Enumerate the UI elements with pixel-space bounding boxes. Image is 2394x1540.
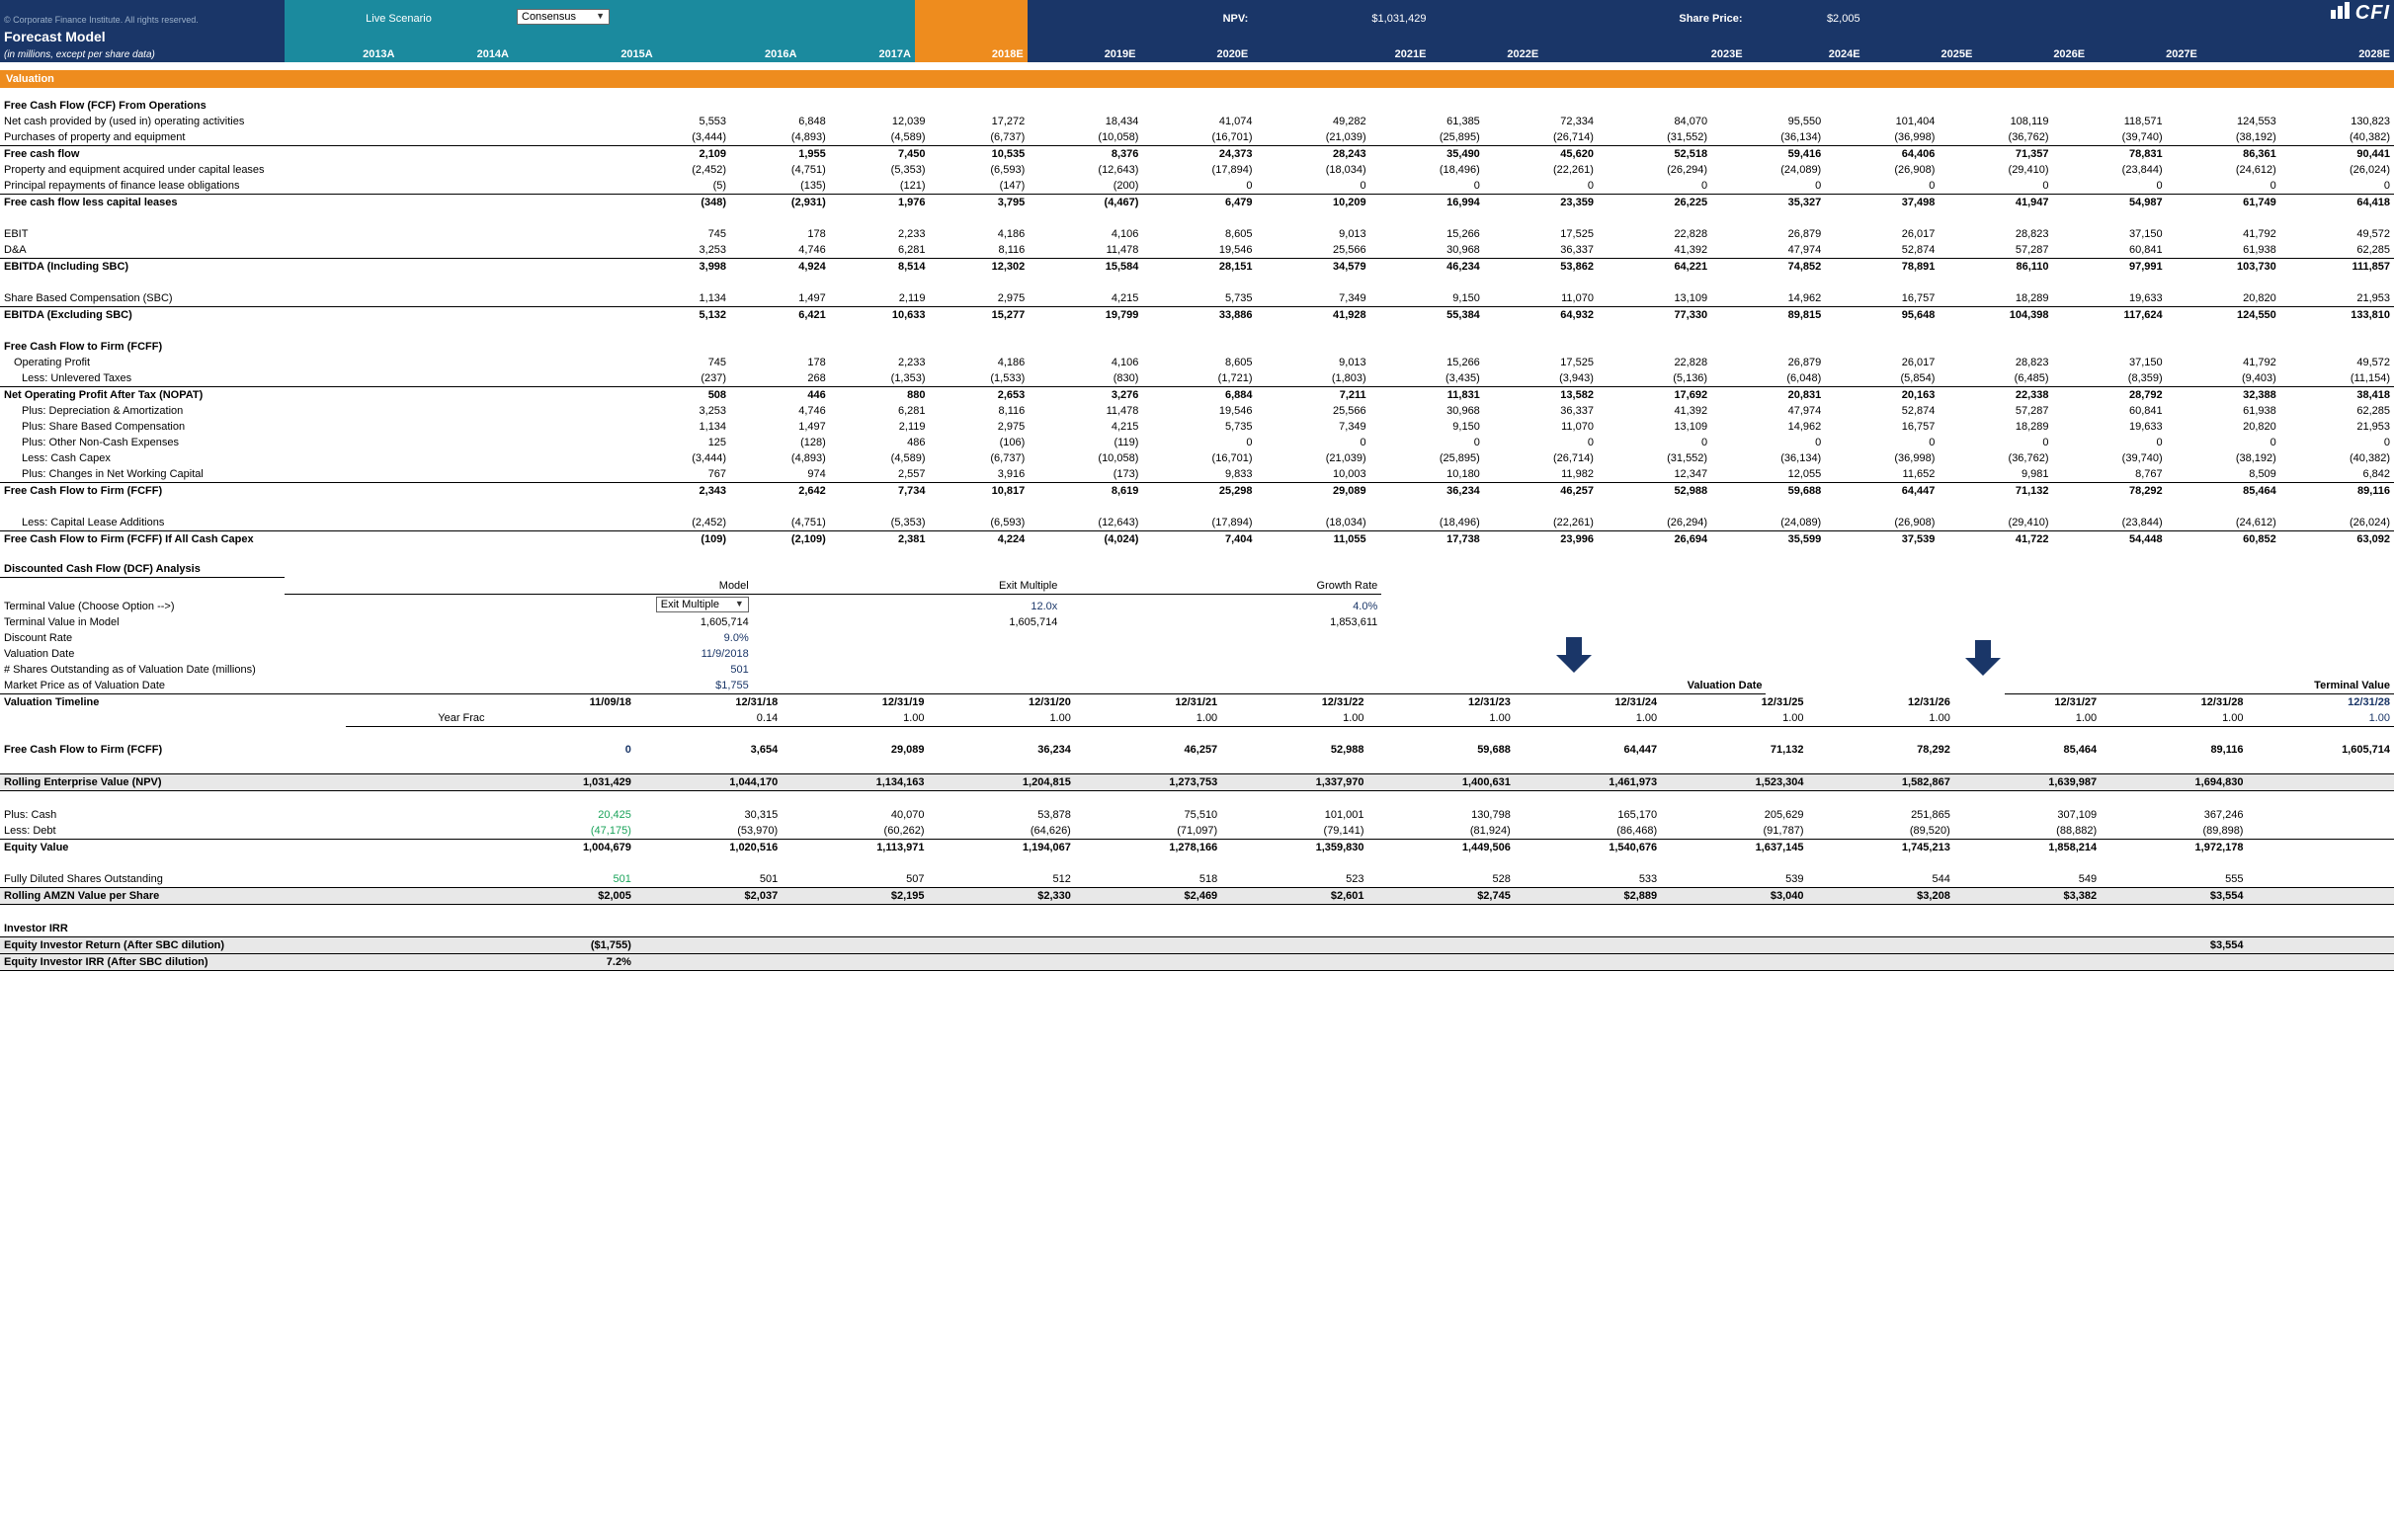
page-subtitle: (in millions, except per share data)	[4, 49, 155, 60]
row-fcffac: Free Cash Flow to Firm (FCFF) If All Cas…	[0, 531, 2394, 548]
row-da: D&A 3,2534,7466,2818,11611,47819,54625,5…	[0, 242, 2394, 259]
timeline-table: Valuation Timeline 11/09/1812/31/1812/31…	[0, 694, 2394, 972]
share-price-label: Share Price:	[1542, 0, 1746, 27]
row-sbc: Share Based Compensation (SBC) 1,1341,49…	[0, 290, 2394, 307]
share-price-value: $2,005	[1747, 0, 1864, 27]
row-ponc: Plus: Other Non-Cash Expenses 125(128)48…	[0, 435, 2394, 450]
row-fcf: Free cash flow 2,1091,9557,45010,5358,37…	[0, 146, 2394, 163]
dcf-header: Discounted Cash Flow (DCF) Analysis	[0, 561, 285, 578]
year-header-row: (in millions, except per share data) 201…	[0, 46, 2394, 62]
row-ebitda-ex: EBITDA (Excluding SBC) 5,1326,42110,6331…	[0, 307, 2394, 324]
npv-value: $1,031,429	[1252, 0, 1430, 27]
row-pda: Plus: Depreciation & Amortization 3,2534…	[0, 403, 2394, 419]
dcf-area: Discounted Cash Flow (DCF) Analysis Mode…	[0, 561, 2394, 694]
row-ebitda-inc: EBITDA (Including SBC) 3,9984,9248,51412…	[0, 259, 2394, 276]
fcff-header: Free Cash Flow to Firm (FCFF)	[0, 339, 630, 355]
fcf-ops-header: Free Cash Flow (FCF) From Operations	[0, 98, 630, 114]
copyright: © Corporate Finance Institute. All right…	[4, 15, 281, 25]
live-scenario-label: Live Scenario	[366, 13, 432, 25]
row-nopat: Net Operating Profit After Tax (NOPAT) 5…	[0, 387, 2394, 404]
row-ultax: Less: Unlevered Taxes (237)268(1,353)(1,…	[0, 370, 2394, 387]
row-pecl: Property and equipment acquired under ca…	[0, 162, 2394, 178]
arrow-down-icon	[1556, 637, 1592, 673]
row-op: Operating Profit 7451782,2334,1864,1068,…	[0, 355, 2394, 370]
investor-irr-header: Investor IRR	[0, 921, 285, 937]
row-lcla: Less: Capital Lease Additions (2,452)(4,…	[0, 515, 2394, 531]
row-ppe: Purchases of property and equipment (3,4…	[0, 129, 2394, 146]
npv-label: NPV:	[1140, 0, 1253, 27]
row-lcapex: Less: Cash Capex (3,444)(4,893)(4,589)(6…	[0, 450, 2394, 466]
cfi-logo: CFI	[2331, 2, 2390, 24]
row-fcff: Free Cash Flow to Firm (FCFF) 2,3432,642…	[0, 483, 2394, 500]
fcf-table: Free Cash Flow (FCF) From Operations Net…	[0, 98, 2394, 547]
cfi-bars-icon	[2331, 2, 2352, 25]
arrow-down-icon	[1965, 640, 2001, 676]
row-prin: Principal repayments of finance lease ob…	[0, 178, 2394, 195]
row-pnwc: Plus: Changes in Net Working Capital 767…	[0, 466, 2394, 483]
valuation-section-header: Valuation	[0, 70, 2394, 88]
row-psbc: Plus: Share Based Compensation 1,1341,49…	[0, 419, 2394, 435]
scenario-dropdown[interactable]: Consensus	[517, 9, 610, 25]
page-title: Forecast Model	[4, 29, 106, 44]
row-ncpo: Net cash provided by (used in) operating…	[0, 114, 2394, 129]
row-ebit: EBIT 7451782,2334,1864,1068,6059,01315,2…	[0, 226, 2394, 242]
row-fcfcl: Free cash flow less capital leases (348)…	[0, 195, 2394, 211]
terminal-value-dropdown[interactable]: Exit Multiple	[656, 597, 749, 612]
header-table: © Corporate Finance Institute. All right…	[0, 0, 2394, 62]
